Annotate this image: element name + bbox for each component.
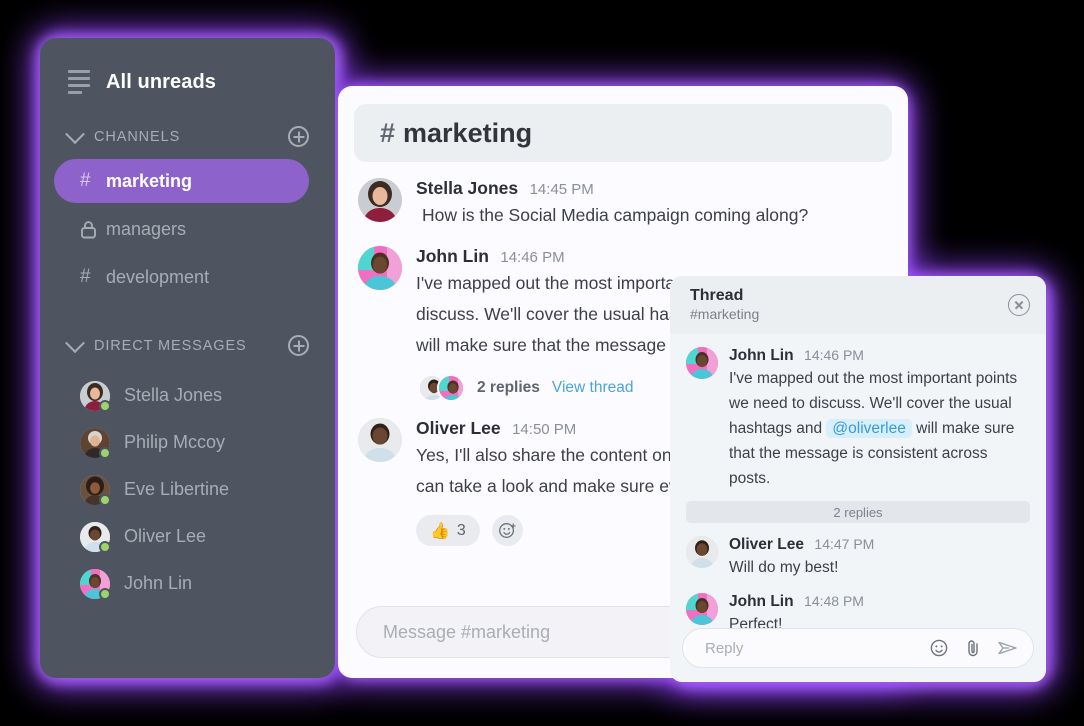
thread-root-message: John Lin 14:46 PM I've mapped out the mo… <box>670 334 1046 491</box>
message-time: 14:46 PM <box>500 249 565 266</box>
dm-name: Oliver Lee <box>124 526 207 546</box>
avatar[interactable] <box>358 178 402 222</box>
thread-subtitle: #marketing <box>690 306 760 322</box>
message-time: 14:45 PM <box>529 181 594 198</box>
emoji-icon[interactable] <box>929 638 949 658</box>
avatar <box>80 427 111 459</box>
channel-header: # marketing <box>354 104 892 162</box>
thread-reply-oliver-lee: Oliver Lee 14:47 PM Will do my best! <box>670 523 1046 580</box>
channel-label: managers <box>106 218 187 239</box>
avatar[interactable] <box>358 246 402 290</box>
online-indicator <box>99 493 111 506</box>
paperclip-icon[interactable] <box>963 638 983 658</box>
page-title: marketing <box>403 117 533 148</box>
sidebar-item-eve-libertine[interactable]: Eve Libertine <box>40 466 335 513</box>
dm-name: John Lin <box>124 573 193 593</box>
avatar <box>80 380 111 412</box>
channel-label: development <box>106 266 210 287</box>
chevron-down-icon[interactable] <box>65 332 85 353</box>
avatar <box>80 521 111 553</box>
reply-text: Will do my best! <box>729 559 839 576</box>
reaction-count: 3 <box>456 521 466 539</box>
channels-label: CHANNELS <box>94 128 181 145</box>
reply-avatars <box>418 374 465 402</box>
sidebar-item-managers[interactable]: managers <box>54 207 309 251</box>
message-meta: John Lin 14:46 PM <box>416 246 908 267</box>
message-author: John Lin <box>416 246 489 266</box>
message-time: 14:46 PM <box>804 347 864 363</box>
thread-title: Thread <box>690 287 744 304</box>
message-author: John Lin <box>729 593 794 610</box>
message-input-placeholder[interactable]: Message #marketing <box>383 622 550 643</box>
avatar <box>80 568 111 600</box>
dm-name: Philip Mccoy <box>124 432 226 452</box>
online-indicator <box>99 540 111 553</box>
add-channel-button[interactable] <box>288 126 309 147</box>
message-time: 14:50 PM <box>512 421 577 438</box>
view-thread-link[interactable]: View thread <box>552 379 634 397</box>
message-author: Oliver Lee <box>729 536 804 553</box>
message-text: How is the Social Media campaign coming … <box>422 205 809 225</box>
send-icon[interactable] <box>997 638 1017 658</box>
message-meta: Stella Jones 14:45 PM <box>416 178 908 199</box>
avatar <box>80 474 111 506</box>
all-unreads-title[interactable]: All unreads <box>106 71 216 94</box>
avatar[interactable] <box>686 536 718 568</box>
reaction-thumbsup[interactable]: 👍 3 <box>416 515 480 546</box>
online-indicator <box>99 446 111 459</box>
sidebar-header: All unreads <box>40 38 335 94</box>
lock-icon <box>80 220 106 239</box>
avatar[interactable] <box>358 418 402 462</box>
message-author: Stella Jones <box>416 178 519 198</box>
sidebar-item-oliver-lee[interactable]: Oliver Lee <box>40 513 335 560</box>
chevron-down-icon[interactable] <box>65 123 85 144</box>
message-time: 14:47 PM <box>814 536 875 552</box>
online-indicator <box>99 399 111 412</box>
sidebar-item-stella-jones[interactable]: Stella Jones <box>40 372 335 419</box>
sidebar-item-john-lin[interactable]: John Lin <box>40 560 335 607</box>
thread-root-text: I've mapped out the most important point… <box>729 366 1030 491</box>
replies-count: 2 replies <box>477 379 540 396</box>
channel-list: # marketing managers # development <box>40 159 335 299</box>
sidebar-item-philip-mccoy[interactable]: Philip Mccoy <box>40 419 335 466</box>
add-emoji-icon <box>498 522 516 539</box>
thread-panel: Thread #marketing John Lin 14:46 PM I've… <box>670 276 1046 682</box>
message-meta: John Lin 14:48 PM <box>729 593 1030 611</box>
message-time: 14:48 PM <box>804 593 864 609</box>
sidebar-item-development[interactable]: # development <box>54 255 309 299</box>
dm-list: Stella Jones Philip Mccoy Eve Libertine … <box>40 372 335 607</box>
hash-icon: # <box>380 117 396 148</box>
add-dm-button[interactable] <box>288 335 309 356</box>
message-meta: Oliver Lee 14:47 PM <box>729 536 1030 554</box>
mention-oliverlee[interactable]: @oliverlee <box>826 419 912 438</box>
app-screenshot: All unreads CHANNELS # marketing manager… <box>0 0 1084 726</box>
dm-name: Eve Libertine <box>124 479 230 499</box>
dm-section-header[interactable]: DIRECT MESSAGES <box>40 332 335 356</box>
close-icon[interactable] <box>1008 294 1030 316</box>
avatar[interactable] <box>686 347 718 379</box>
avatar <box>437 374 465 402</box>
thread-header: Thread #marketing <box>670 276 1046 334</box>
thumbsup-icon: 👍 <box>430 522 450 540</box>
channels-section-header[interactable]: CHANNELS <box>40 123 335 147</box>
sidebar: All unreads CHANNELS # marketing manager… <box>40 38 335 678</box>
sidebar-item-marketing[interactable]: # marketing <box>54 159 309 203</box>
reply-composer[interactable]: Reply <box>682 628 1034 668</box>
avatar[interactable] <box>686 593 718 625</box>
replies-divider: 2 replies <box>686 501 1030 523</box>
message-stella-jones: Stella Jones 14:45 PM How is the Social … <box>338 162 908 230</box>
reply-input-placeholder[interactable]: Reply <box>705 640 915 657</box>
dm-label: DIRECT MESSAGES <box>94 337 247 354</box>
channel-label: marketing <box>106 170 193 191</box>
message-author: John Lin <box>729 347 794 364</box>
dm-name: Stella Jones <box>124 385 223 405</box>
message-meta: John Lin 14:46 PM <box>729 347 1030 365</box>
hamburger-icon[interactable] <box>68 70 90 94</box>
online-indicator <box>99 587 111 600</box>
message-author: Oliver Lee <box>416 418 501 438</box>
add-reaction-button[interactable] <box>491 515 523 546</box>
hash-icon: # <box>80 170 91 191</box>
hash-icon: # <box>80 266 91 287</box>
